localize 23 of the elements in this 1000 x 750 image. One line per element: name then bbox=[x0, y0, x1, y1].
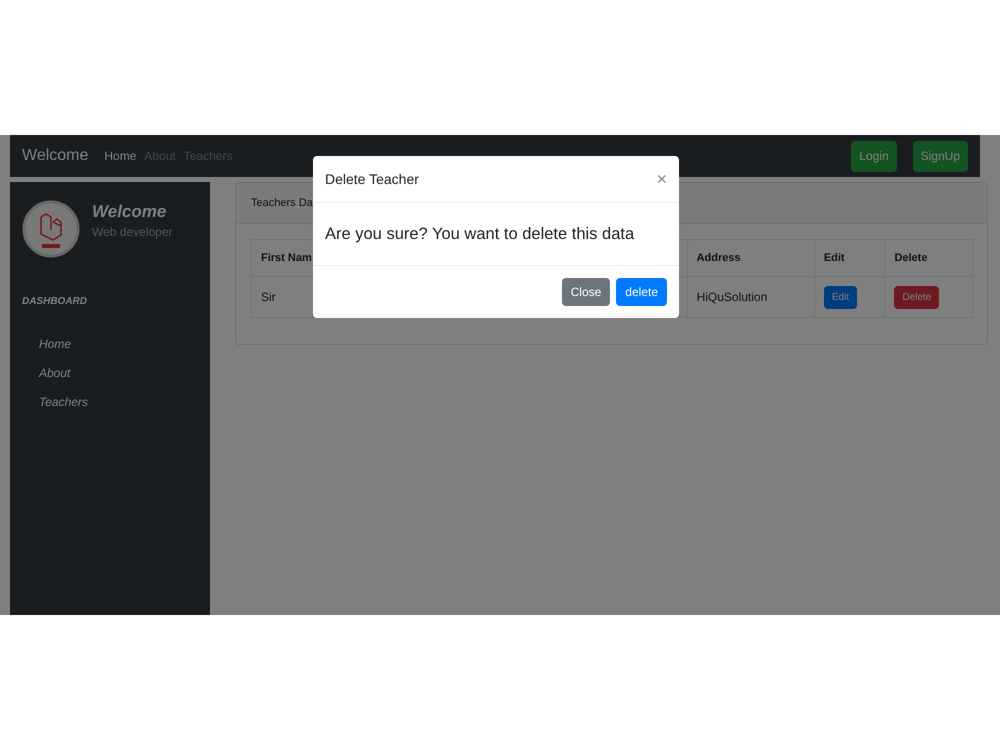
nav-link[interactable]: Home bbox=[104, 147, 136, 165]
table-cell: HiQuSolution bbox=[687, 276, 814, 318]
sidebar-subtitle: Web developer bbox=[92, 224, 172, 241]
modal-message: Are you sure? You want to delete this data bbox=[325, 224, 634, 245]
card-title: Teachers Da bbox=[251, 196, 313, 211]
sidebar-item[interactable]: About bbox=[39, 365, 210, 382]
close-button[interactable]: Close bbox=[562, 278, 610, 306]
column-header: Edit bbox=[814, 240, 885, 276]
column-header: Delete bbox=[884, 240, 972, 276]
column-header: Address bbox=[687, 240, 814, 276]
delete-button[interactable]: delete bbox=[616, 278, 667, 306]
logo-drawing bbox=[22, 200, 80, 258]
navbar-brand[interactable]: Welcome bbox=[22, 144, 88, 168]
delete-button[interactable]: Delete bbox=[894, 286, 940, 308]
login-button[interactable]: Login bbox=[851, 140, 897, 172]
signup-button[interactable]: SignUp bbox=[912, 140, 968, 172]
sidebar-section-heading: DASHBOARD bbox=[22, 295, 88, 309]
close-button[interactable]: × bbox=[656, 170, 667, 188]
sidebar-item[interactable]: Home bbox=[39, 336, 210, 353]
modal-title: Delete Teacher bbox=[325, 170, 419, 188]
sidebar-item[interactable]: Teachers bbox=[39, 394, 210, 411]
edit-button[interactable]: Edit bbox=[824, 286, 858, 308]
sidebar-title: Welcome bbox=[92, 201, 168, 223]
